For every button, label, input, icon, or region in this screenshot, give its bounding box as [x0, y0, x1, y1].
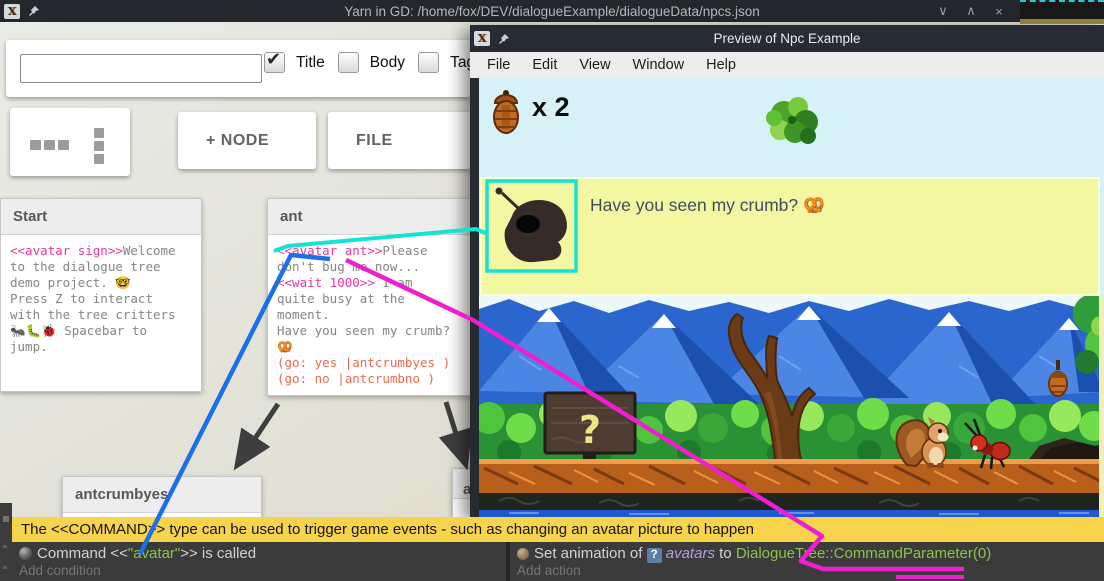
filter-body-checkbox[interactable] — [338, 52, 359, 73]
filter-title-label: Title — [296, 54, 325, 72]
sign-question-label: ? — [579, 408, 601, 452]
add-node-label: + NODE — [206, 132, 269, 150]
menu-window[interactable]: Window — [622, 57, 696, 73]
condition-panel[interactable]: Command <<"avatar">> is called Add condi… — [12, 542, 506, 581]
add-node-button[interactable]: + NODE — [178, 112, 316, 169]
node-antcrumbyes[interactable]: antcrumbyes — [62, 476, 262, 522]
close-button[interactable]: × — [990, 4, 1008, 19]
background-window-bar — [1020, 19, 1104, 24]
action-object: avatars — [666, 545, 715, 562]
preview-title: Preview of Npc Example — [470, 31, 1104, 46]
main-titlebar: X Yarn in GD: /home/fox/DEV/dialogueExam… — [0, 0, 1104, 22]
menu-help[interactable]: Help — [695, 57, 747, 73]
node-start-body[interactable]: <<avatar sign>>Welcome to the dialogue t… — [1, 235, 201, 391]
window-edge-strip — [1099, 296, 1104, 517]
grip-dots-vertical-icon — [94, 128, 104, 164]
action-panel[interactable]: Set animation of ? avatars to DialogueTr… — [510, 542, 1104, 581]
game-viewport[interactable]: x 2 Have you seen my crumb? 🥨 — [470, 78, 1104, 517]
screen: X Yarn in GD: /home/fox/DEV/dialogueExam… — [0, 0, 1104, 581]
action-value: DialogueTree::CommandParameter(0) — [736, 545, 991, 562]
item-count-label: x 2 — [532, 92, 570, 123]
preview-window: X Preview of Npc Example File Edit View … — [470, 25, 1104, 517]
layout-grip-button[interactable] — [10, 108, 130, 176]
filter-tags-checkbox[interactable] — [418, 52, 439, 73]
node-antcrumbyes-title[interactable]: antcrumbyes — [63, 477, 261, 513]
node-start[interactable]: Start <<avatar sign>>Welcome to the dial… — [0, 198, 202, 392]
filter-title-checkbox[interactable]: ✔ — [264, 52, 285, 73]
side-gutter — [0, 503, 12, 581]
node-ant-body[interactable]: <<avatar ant>>Please don't bug me now...… — [268, 235, 471, 395]
grip-dots-icon — [30, 140, 69, 150]
condition-text: Command <<"avatar">> is called — [37, 545, 256, 562]
maximize-button[interactable]: ∧ — [962, 3, 980, 19]
action-text: Set animation of ? avatars to DialogueTr… — [534, 545, 991, 563]
search-input[interactable] — [20, 54, 262, 83]
file-button[interactable]: FILE — [328, 112, 471, 169]
background-window-sliver — [1020, 0, 1104, 24]
file-label: FILE — [356, 132, 393, 150]
minimize-button[interactable]: ∨ — [934, 3, 952, 19]
menu-view[interactable]: View — [568, 57, 621, 73]
menu-file[interactable]: File — [476, 57, 521, 73]
search-card: ✔ Title Body Tags — [6, 40, 471, 97]
dialogue-box: Have you seen my crumb? 🥨 — [480, 177, 1100, 296]
window-border — [470, 78, 479, 517]
node-ant[interactable]: ant <<avatar ant>>Please don't bug me no… — [267, 198, 472, 396]
condition-type-icon — [19, 547, 32, 560]
avatar-ant-image — [488, 182, 580, 272]
node-start-title[interactable]: Start — [1, 199, 201, 235]
filter-body-label: Body — [370, 54, 405, 72]
menu-edit[interactable]: Edit — [521, 57, 568, 73]
game-scene: ? — [479, 296, 1104, 517]
check-icon: ✔ — [266, 49, 281, 70]
unknown-object-icon: ? — [647, 548, 662, 563]
preview-menubar: File Edit View Window Help — [470, 52, 1104, 78]
acorn-counter-icon — [490, 89, 522, 137]
condition-param: "avatar" — [128, 545, 180, 562]
add-action-link[interactable]: Add action — [517, 563, 581, 578]
add-condition-link[interactable]: Add condition — [19, 563, 101, 578]
dialogue-text: Have you seen my crumb? 🥨 — [590, 195, 825, 216]
node-ant-title[interactable]: ant — [268, 199, 471, 235]
hint-bar: The <<COMMAND>> type can be used to trig… — [12, 517, 1104, 542]
bush-critter-sprite — [762, 94, 820, 146]
animation-action-icon — [517, 548, 529, 560]
preview-titlebar: X Preview of Npc Example — [470, 25, 1104, 52]
